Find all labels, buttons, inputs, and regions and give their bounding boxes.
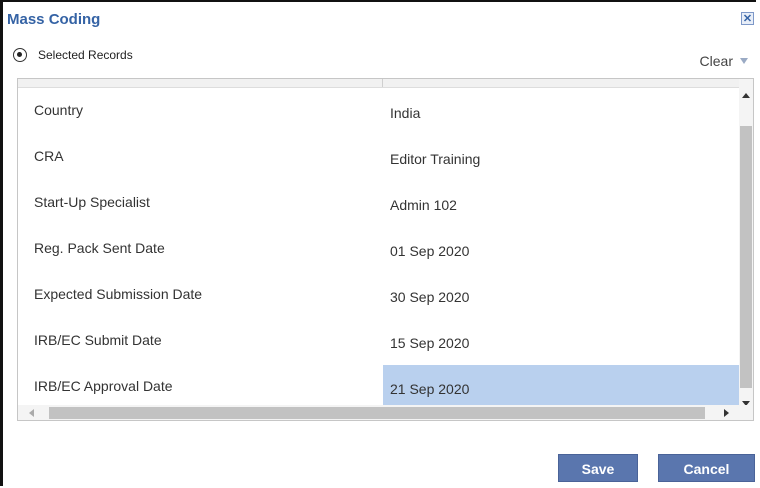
scroll-up-icon[interactable]: [742, 93, 750, 98]
field-label: Expected Submission Date: [34, 286, 203, 302]
dialog-title: Mass Coding: [7, 11, 101, 28]
field-value-cell[interactable]: Editor Training: [383, 135, 740, 181]
field-row: Country India: [18, 89, 740, 135]
field-value-cell[interactable]: 15 Sep 2020: [383, 319, 740, 365]
field-label: CRA: [34, 148, 64, 164]
cancel-button[interactable]: Cancel: [658, 454, 755, 482]
field-row: Start-Up Specialist Admin 102: [18, 181, 740, 227]
field-row: CRA Editor Training: [18, 135, 740, 181]
clear-menu[interactable]: Clear: [700, 53, 748, 69]
field-label: IRB/EC Submit Date: [34, 332, 162, 348]
field-label: Start-Up Specialist: [34, 194, 150, 210]
horizontal-scrollbar[interactable]: [18, 405, 753, 420]
scroll-left-icon[interactable]: [29, 409, 34, 417]
field-label: Country: [34, 102, 84, 118]
field-row: IRB/EC Submit Date 15 Sep 2020: [18, 319, 740, 365]
mass-coding-dialog: Mass Coding ✕ Selected Records Clear Cou…: [0, 0, 756, 486]
radio-selected-records[interactable]: [13, 48, 27, 62]
selected-records-label: Selected Records: [38, 48, 133, 62]
field-value-cell[interactable]: India: [383, 89, 740, 135]
scroll-right-icon[interactable]: [724, 409, 729, 417]
field-label: Reg. Pack Sent Date: [34, 240, 165, 256]
vertical-scroll-thumb[interactable]: [740, 126, 752, 388]
field-row: Reg. Pack Sent Date 01 Sep 2020: [18, 227, 740, 273]
vertical-scrollbar[interactable]: [739, 79, 753, 406]
horizontal-scroll-thumb[interactable]: [49, 407, 705, 419]
close-icon[interactable]: ✕: [741, 12, 754, 25]
column-divider[interactable]: [382, 79, 383, 87]
selected-records-option[interactable]: Selected Records: [13, 48, 133, 62]
field-value-cell[interactable]: Admin 102: [383, 181, 740, 227]
field-row: Expected Submission Date 30 Sep 2020: [18, 273, 740, 319]
chevron-down-icon[interactable]: [740, 58, 748, 64]
grid-column-header: [18, 79, 740, 88]
save-button[interactable]: Save: [558, 454, 638, 482]
clear-label[interactable]: Clear: [700, 53, 733, 69]
field-value-cell[interactable]: 01 Sep 2020: [383, 227, 740, 273]
field-value-cell[interactable]: 30 Sep 2020: [383, 273, 740, 319]
grid-rows: Country India CRA Editor Training Start-Up S…: [18, 89, 740, 411]
field-label: IRB/EC Approval Date: [34, 378, 173, 394]
fields-grid: Country India CRA Editor Training Start-Up S…: [17, 78, 754, 421]
